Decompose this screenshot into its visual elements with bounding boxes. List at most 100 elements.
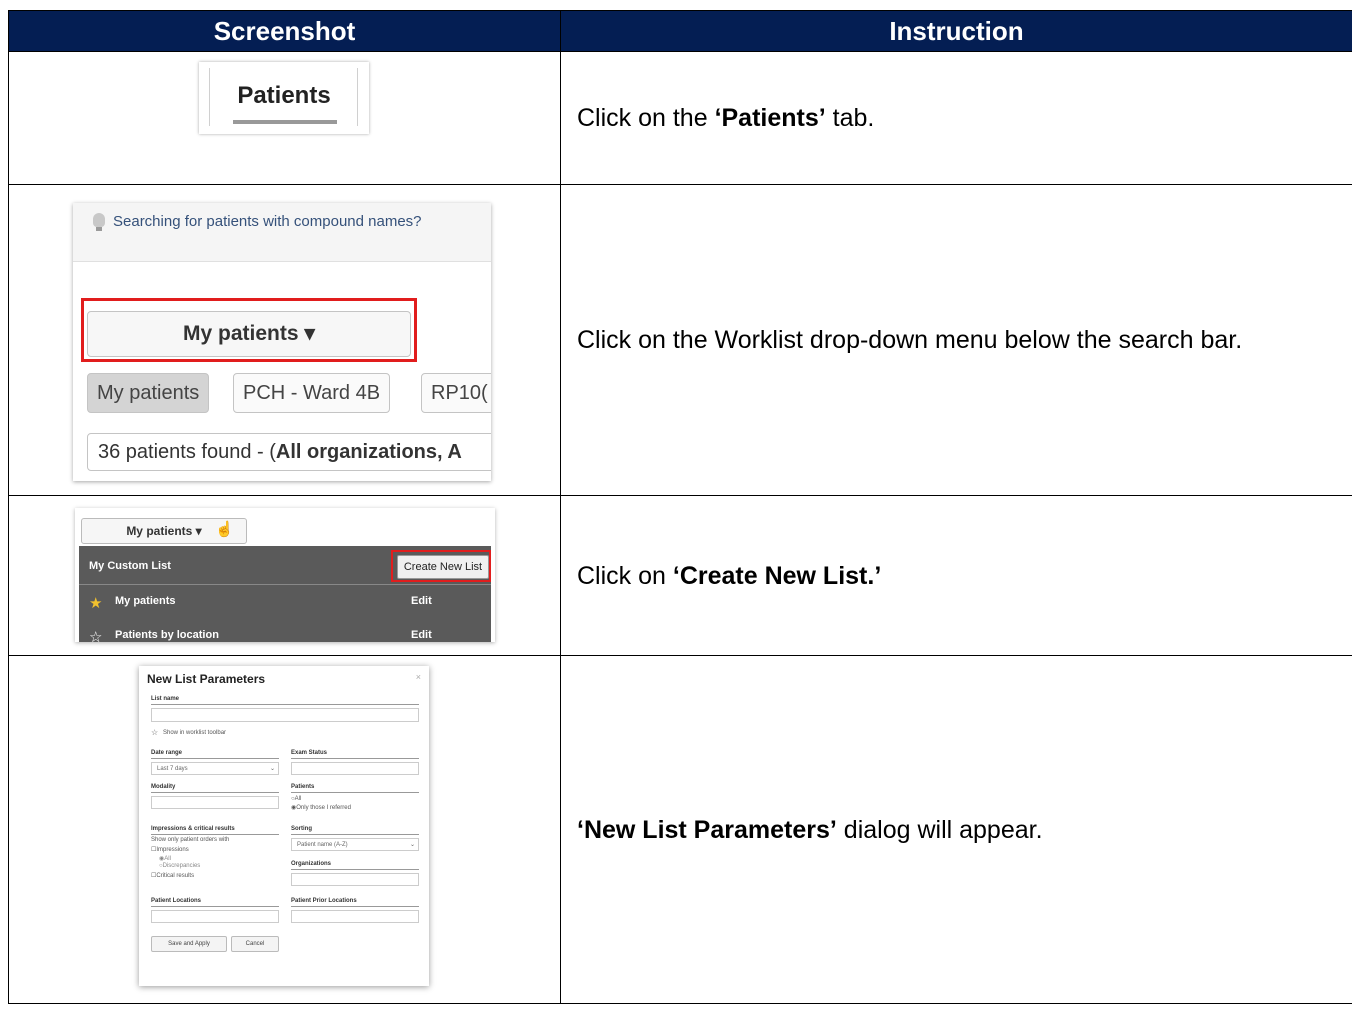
- instruction-text: tab.: [825, 104, 875, 132]
- divider: [291, 869, 419, 870]
- impressions-checkbox[interactable]: ☐Impressions: [151, 846, 189, 853]
- divider: [151, 834, 279, 835]
- found-bold: All organizations: [275, 441, 438, 463]
- list-item-label: My patients: [115, 595, 176, 607]
- organizations-label: Organizations: [291, 861, 332, 867]
- list-name-label: List name: [151, 696, 180, 702]
- cancel-button[interactable]: Cancel: [231, 936, 279, 952]
- organizations-input[interactable]: [291, 873, 419, 886]
- divider: [291, 834, 419, 835]
- patients-tab[interactable]: Patients: [199, 82, 369, 110]
- screenshot-cell: Searching for patients with compound nam…: [8, 184, 561, 496]
- list-name-input[interactable]: [151, 708, 419, 722]
- checkbox-label: Impressions: [156, 847, 189, 853]
- instruction-cell: Click on the ‘Patients’ tab.: [560, 51, 1352, 185]
- table-row: Searching for patients with compound nam…: [8, 184, 1352, 496]
- date-range-label: Date range: [151, 750, 183, 756]
- table-row: New List Parameters × List name ☆ Show i…: [8, 655, 1352, 1004]
- select-value: Patient name (A-Z): [297, 842, 348, 848]
- star-outline-icon[interactable]: ☆: [89, 628, 102, 642]
- exam-status-label: Exam Status: [291, 750, 328, 756]
- radio-label: Discrepancies: [162, 863, 201, 869]
- highlight-box: [391, 550, 491, 582]
- custom-list-menu: My Custom List Create New List ★ My pati…: [79, 546, 491, 642]
- exam-status-input[interactable]: [291, 762, 419, 775]
- divider: [151, 792, 279, 793]
- instruction-cell: Click on ‘Create New List.’: [560, 495, 1352, 656]
- instruction-text: Click on the: [577, 104, 715, 132]
- impressions-subtitle: Show only patient orders with: [151, 837, 230, 843]
- discrepancies-radio[interactable]: ○Discrepancies: [159, 863, 200, 869]
- custom-list-screenshot: My patients ▾ ☝ My Custom List Create Ne…: [75, 508, 495, 642]
- save-and-apply-button[interactable]: Save and Apply: [151, 936, 227, 952]
- list-item[interactable]: ★ My patients Edit: [79, 588, 491, 618]
- divider: [151, 758, 279, 759]
- instruction-cell: ‘New List Parameters’ dialog will appear…: [560, 655, 1352, 1004]
- dialog-title: New List Parameters: [147, 672, 266, 686]
- all-radio[interactable]: ◉All: [159, 855, 171, 862]
- instruction-text: dialog will appear.: [836, 815, 1043, 844]
- select-value: Last 7 days: [157, 766, 188, 772]
- patients-tab-screenshot: Patients: [199, 62, 369, 134]
- divider: [151, 704, 419, 705]
- patient-prior-locations-input[interactable]: [291, 910, 419, 923]
- patients-referred-radio[interactable]: ◉Only those I referred: [291, 804, 351, 811]
- instruction-bold: ‘Create New List.’: [672, 561, 882, 590]
- modality-input[interactable]: [151, 796, 279, 809]
- sorting-select[interactable]: Patient name (A-Z) ⌄: [291, 838, 419, 851]
- star-filled-icon[interactable]: ★: [89, 594, 102, 612]
- instruction-bold: ‘New List Parameters’: [577, 815, 837, 844]
- instruction-text: Click on the Worklist drop-down menu bel…: [577, 326, 1243, 354]
- table-row: Patients Click on the ‘Patients’ tab.: [8, 51, 1352, 185]
- patient-locations-label: Patient Locations: [151, 898, 202, 904]
- edit-link[interactable]: Edit: [411, 595, 432, 607]
- date-range-select[interactable]: Last 7 days ⌄: [151, 762, 279, 775]
- worklist-pill-rp[interactable]: RP10(: [421, 373, 491, 413]
- hand-pointer-icon: ☝: [215, 521, 234, 538]
- divider: [151, 906, 279, 907]
- found-text: 36 patients found - (: [98, 441, 276, 463]
- menu-title: My Custom List: [89, 560, 171, 572]
- instruction-cell: Click on the Worklist drop-down menu bel…: [560, 184, 1352, 496]
- sorting-label: Sorting: [291, 826, 312, 832]
- list-item[interactable]: ☆ Patients by location Edit: [79, 622, 491, 642]
- screenshot-cell: Patients: [8, 51, 561, 185]
- edit-link[interactable]: Edit: [411, 629, 432, 641]
- critical-results-checkbox[interactable]: ☐Critical results: [151, 872, 194, 879]
- highlight-box: [81, 298, 417, 362]
- found-text-tail: , A: [437, 441, 462, 463]
- worklist-pill-my-patients[interactable]: My patients: [87, 373, 210, 413]
- instruction-bold: ‘Patients’: [714, 104, 826, 132]
- impressions-title: Impressions & critical results: [151, 826, 235, 832]
- header-instruction: Instruction: [560, 10, 1352, 52]
- worklist-screenshot: Searching for patients with compound nam…: [73, 203, 491, 481]
- table-header-row: Screenshot Instruction: [8, 10, 1352, 52]
- header-screenshot: Screenshot: [8, 10, 561, 52]
- divider: [79, 584, 491, 585]
- patients-label: Patients: [291, 784, 315, 790]
- show-toolbar-label: Show in worklist toolbar: [163, 730, 227, 736]
- new-list-parameters-dialog: New List Parameters × List name ☆ Show i…: [139, 666, 429, 986]
- patients-all-radio[interactable]: ○All: [291, 796, 301, 802]
- close-icon[interactable]: ×: [416, 672, 421, 682]
- list-item-label: Patients by location: [115, 629, 219, 641]
- instruction-table: Screenshot Instruction Patients Click on…: [8, 10, 1352, 1004]
- divider: [291, 758, 419, 759]
- divider: [291, 906, 419, 907]
- radio-label: All: [294, 796, 302, 802]
- compound-names-hint[interactable]: Searching for patients with compound nam…: [113, 213, 422, 230]
- screenshot-cell: My patients ▾ ☝ My Custom List Create Ne…: [8, 495, 561, 656]
- checkbox-label: Critical results: [156, 873, 195, 879]
- chevron-down-icon: ⌄: [269, 766, 275, 772]
- hint-bar: Searching for patients with compound nam…: [73, 203, 491, 262]
- patient-locations-input[interactable]: [151, 910, 279, 923]
- star-outline-icon[interactable]: ☆: [151, 728, 158, 737]
- instruction-text: Click on: [577, 561, 673, 590]
- radio-label: Only those I referred: [296, 805, 351, 811]
- modality-label: Modality: [151, 784, 176, 790]
- radio-label: All: [164, 856, 171, 862]
- divider: [291, 792, 419, 793]
- tab-underline: [233, 120, 337, 124]
- table-row: My patients ▾ ☝ My Custom List Create Ne…: [8, 495, 1352, 656]
- worklist-pill-ward[interactable]: PCH - Ward 4B: [233, 373, 391, 413]
